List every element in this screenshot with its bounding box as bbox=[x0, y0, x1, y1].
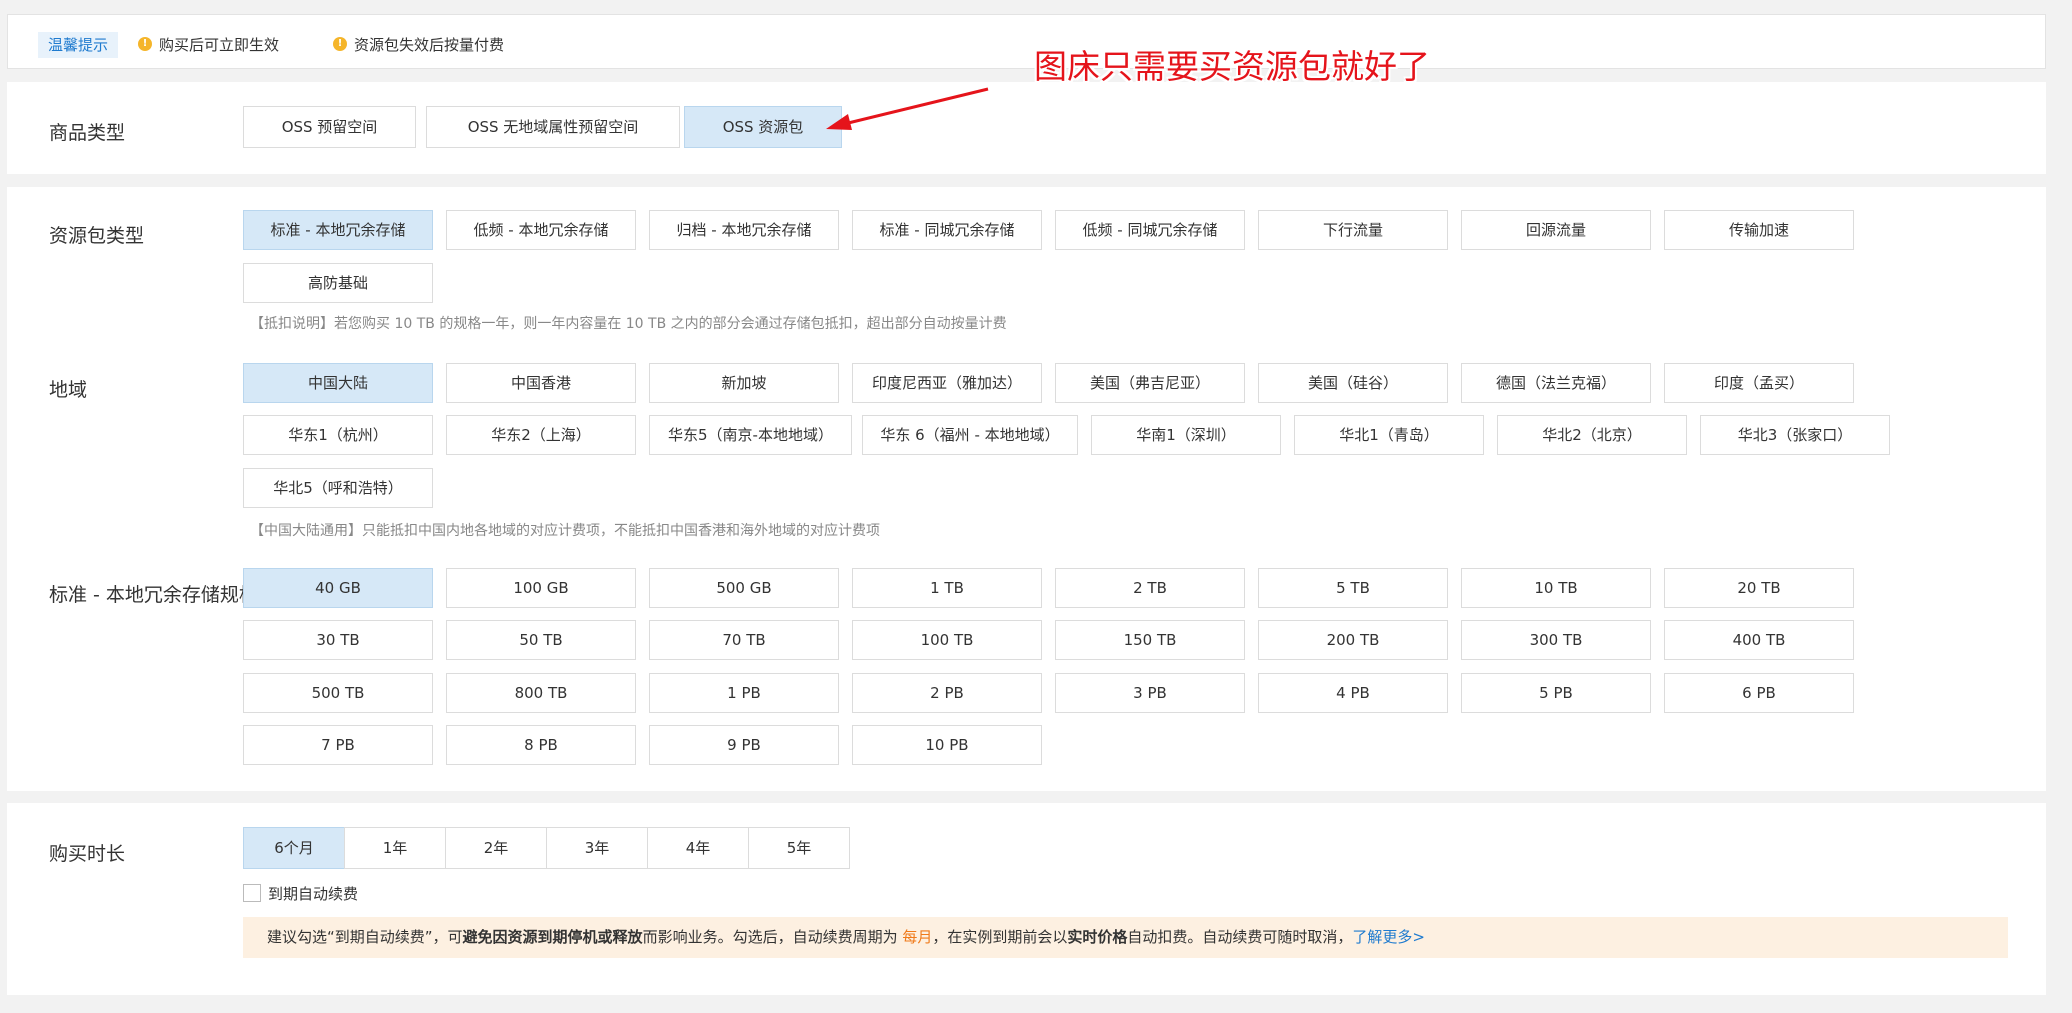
region-option-9[interactable]: 华东2（上海） bbox=[446, 415, 636, 455]
spec-option-23[interactable]: 6 PB bbox=[1664, 673, 1854, 713]
region-option-3[interactable]: 印度尼西亚（雅加达） bbox=[852, 363, 1042, 403]
product-type-label: 商品类型 bbox=[49, 122, 126, 144]
region-option-1[interactable]: 中国香港 bbox=[446, 363, 636, 403]
duration-label: 购买时长 bbox=[49, 843, 126, 865]
spec-label: 标准 - 本地冗余存储规格 bbox=[49, 584, 258, 606]
region-option-12[interactable]: 华南1（深圳） bbox=[1091, 415, 1281, 455]
spec-option-12[interactable]: 150 TB bbox=[1055, 620, 1245, 660]
spec-option-20[interactable]: 3 PB bbox=[1055, 673, 1245, 713]
region-option-6[interactable]: 德国（法兰克福） bbox=[1461, 363, 1651, 403]
duration-option-4[interactable]: 4年 bbox=[647, 827, 749, 869]
tip-text: 购买后可立即生效 bbox=[159, 36, 280, 54]
package-type-label: 资源包类型 bbox=[49, 225, 145, 247]
package-option-6[interactable]: 回源流量 bbox=[1461, 210, 1651, 250]
duration-option-0[interactable]: 6个月 bbox=[243, 827, 345, 869]
tip-text: 资源包失效后按量付费 bbox=[354, 36, 505, 54]
spec-option-10[interactable]: 70 TB bbox=[649, 620, 839, 660]
region-option-11[interactable]: 华东 6（福州 - 本地地域） bbox=[862, 415, 1078, 455]
warning-icon: ! bbox=[333, 36, 347, 51]
package-option-2[interactable]: 归档 - 本地冗余存储 bbox=[649, 210, 839, 250]
region-option-13[interactable]: 华北1（青岛） bbox=[1294, 415, 1484, 455]
spec-option-5[interactable]: 5 TB bbox=[1258, 568, 1448, 608]
product-option-reserved-no-region[interactable]: OSS 无地域属性预留空间 bbox=[426, 106, 680, 148]
spec-option-0[interactable]: 40 GB bbox=[243, 568, 433, 608]
package-option-1[interactable]: 低频 - 本地冗余存储 bbox=[446, 210, 636, 250]
spec-option-4[interactable]: 2 TB bbox=[1055, 568, 1245, 608]
auto-renew-label: 到期自动续费 bbox=[268, 885, 359, 903]
advice-text: ，在实例到期前会以 bbox=[932, 928, 1068, 946]
product-option-reserved[interactable]: OSS 预留空间 bbox=[243, 106, 416, 148]
spec-option-8[interactable]: 30 TB bbox=[243, 620, 433, 660]
spec-option-17[interactable]: 800 TB bbox=[446, 673, 636, 713]
advice-text: 而影响业务。勾选后，自动续费周期为 bbox=[642, 928, 903, 946]
product-type-panel: 商品类型 OSS 预留空间 OSS 无地域属性预留空间 OSS 资源包 bbox=[7, 82, 2046, 174]
spec-option-25[interactable]: 8 PB bbox=[446, 725, 636, 765]
spec-option-26[interactable]: 9 PB bbox=[649, 725, 839, 765]
region-option-4[interactable]: 美国（弗吉尼亚） bbox=[1055, 363, 1245, 403]
product-option-package[interactable]: OSS 资源包 bbox=[684, 106, 842, 148]
spec-panel: 资源包类型 标准 - 本地冗余存储 低频 - 本地冗余存储 归档 - 本地冗余存储标… bbox=[7, 187, 2046, 791]
region-option-0[interactable]: 中国大陆 bbox=[243, 363, 433, 403]
duration-option-5[interactable]: 5年 bbox=[748, 827, 850, 869]
spec-option-22[interactable]: 5 PB bbox=[1461, 673, 1651, 713]
duration-option-2[interactable]: 2年 bbox=[445, 827, 547, 869]
region-option-14[interactable]: 华北2（北京） bbox=[1497, 415, 1687, 455]
region-option-2[interactable]: 新加坡 bbox=[649, 363, 839, 403]
advice-text: 建议勾选“到期自动续费”，可 bbox=[267, 928, 463, 946]
region-option-5[interactable]: 美国（硅谷） bbox=[1258, 363, 1448, 403]
spec-option-6[interactable]: 10 TB bbox=[1461, 568, 1651, 608]
spec-option-27[interactable]: 10 PB bbox=[852, 725, 1042, 765]
package-option-0[interactable]: 标准 - 本地冗余存储 bbox=[243, 210, 433, 250]
spec-option-2[interactable]: 500 GB bbox=[649, 568, 839, 608]
tip-item-effective: ! 购买后可立即生效 bbox=[138, 32, 279, 58]
package-option-7[interactable]: 传输加速 bbox=[1664, 210, 1854, 250]
region-option-7[interactable]: 印度（孟买） bbox=[1664, 363, 1854, 403]
duration-option-1[interactable]: 1年 bbox=[344, 827, 446, 869]
spec-option-24[interactable]: 7 PB bbox=[243, 725, 433, 765]
region-option-10[interactable]: 华东5（南京-本地地域） bbox=[649, 415, 852, 455]
tips-panel: 温馨提示 ! 购买后可立即生效 ! 资源包失效后按量付费 bbox=[7, 14, 2046, 69]
tip-item-billing: ! 资源包失效后按量付费 bbox=[333, 32, 504, 58]
learn-more-link[interactable]: 了解更多> bbox=[1352, 928, 1425, 946]
package-deduction-note: 【抵扣说明】若您购买 10 TB 的规格一年，则一年内容量在 10 TB 之内的… bbox=[250, 316, 1007, 332]
tip-badge: 温馨提示 bbox=[38, 32, 119, 58]
package-option-4[interactable]: 低频 - 同城冗余存储 bbox=[1055, 210, 1245, 250]
spec-option-15[interactable]: 400 TB bbox=[1664, 620, 1854, 660]
spec-option-14[interactable]: 300 TB bbox=[1461, 620, 1651, 660]
region-label: 地域 bbox=[49, 379, 88, 401]
duration-option-3[interactable]: 3年 bbox=[546, 827, 648, 869]
spec-option-11[interactable]: 100 TB bbox=[852, 620, 1042, 660]
annotation-text: 图床只需要买资源包就好了 bbox=[1034, 47, 1430, 86]
advice-bold: 实时价格 bbox=[1067, 928, 1128, 946]
spec-option-18[interactable]: 1 PB bbox=[649, 673, 839, 713]
auto-renew-checkbox[interactable] bbox=[243, 884, 261, 902]
advice-text: 自动扣费。自动续费可随时取消， bbox=[1127, 928, 1353, 946]
package-option-3[interactable]: 标准 - 同城冗余存储 bbox=[852, 210, 1042, 250]
region-option-8[interactable]: 华东1（杭州） bbox=[243, 415, 433, 455]
package-option-5[interactable]: 下行流量 bbox=[1258, 210, 1448, 250]
spec-option-13[interactable]: 200 TB bbox=[1258, 620, 1448, 660]
region-option-15[interactable]: 华北3（张家口） bbox=[1700, 415, 1890, 455]
advice-bold: 避免因资源到期停机或释放 bbox=[462, 928, 643, 946]
spec-option-3[interactable]: 1 TB bbox=[852, 568, 1042, 608]
package-option-8[interactable]: 高防基础 bbox=[243, 263, 433, 303]
spec-option-7[interactable]: 20 TB bbox=[1664, 568, 1854, 608]
spec-option-19[interactable]: 2 PB bbox=[852, 673, 1042, 713]
spec-option-21[interactable]: 4 PB bbox=[1258, 673, 1448, 713]
auto-renew-advice: 建议勾选“到期自动续费”，可避免因资源到期停机或释放而影响业务。勾选后，自动续费… bbox=[243, 917, 2008, 958]
warning-icon: ! bbox=[138, 36, 152, 51]
advice-period: 每月 bbox=[902, 928, 933, 946]
region-note: 【中国大陆通用】只能抵扣中国内地各地域的对应计费项，不能抵扣中国香港和海外地域的… bbox=[250, 523, 880, 539]
annotation-arrow-icon bbox=[826, 87, 989, 130]
region-option-16[interactable]: 华北5（呼和浩特） bbox=[243, 468, 433, 508]
spec-option-1[interactable]: 100 GB bbox=[446, 568, 636, 608]
spec-option-16[interactable]: 500 TB bbox=[243, 673, 433, 713]
spec-option-9[interactable]: 50 TB bbox=[446, 620, 636, 660]
